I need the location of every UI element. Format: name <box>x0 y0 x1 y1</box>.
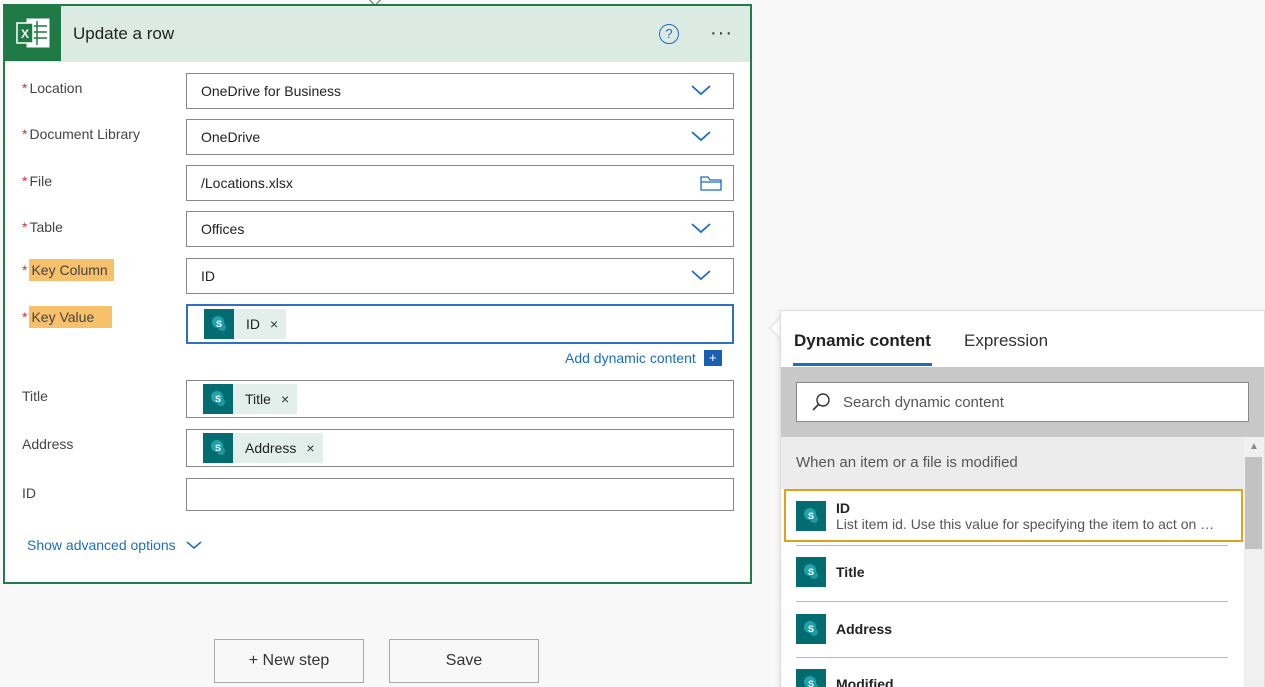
chevron-down-icon <box>691 85 711 96</box>
item-name: Modified <box>836 676 894 687</box>
token-title[interactable]: S Title × <box>203 384 298 414</box>
file-value: /Locations.xlsx <box>201 175 293 191</box>
remove-token-icon[interactable]: × <box>281 391 289 407</box>
file-input[interactable]: /Locations.xlsx <box>186 165 734 201</box>
sharepoint-icon: S <box>203 384 233 414</box>
folder-icon[interactable] <box>700 175 722 191</box>
item-name: Title <box>836 564 865 580</box>
search-area: Search dynamic content <box>781 367 1264 437</box>
id-input[interactable] <box>186 478 734 511</box>
remove-token-icon[interactable]: × <box>306 440 314 456</box>
location-value: OneDrive for Business <box>201 83 342 99</box>
scroll-up-icon[interactable]: ▲ <box>1249 441 1259 452</box>
tab-dynamic-content[interactable]: Dynamic content <box>794 331 931 351</box>
svg-text:S: S <box>215 394 221 404</box>
token-address[interactable]: S Address × <box>203 433 323 463</box>
list-item-modified[interactable]: S Modified <box>796 669 1228 687</box>
item-name: ID <box>836 499 850 516</box>
search-placeholder: Search dynamic content <box>843 393 1004 411</box>
dynamic-content-panel: Dynamic content Expression Search dynami… <box>780 310 1265 687</box>
svg-text:S: S <box>808 567 814 577</box>
chevron-down-icon <box>691 131 711 142</box>
item-name: Address <box>836 621 893 637</box>
chevron-down-icon <box>691 223 711 234</box>
remove-token-icon[interactable]: × <box>270 316 278 332</box>
update-row-card: X Update a row ? ··· * Location OneDrive … <box>3 4 752 584</box>
table-dropdown[interactable]: Offices <box>186 211 734 247</box>
sharepoint-icon: S <box>204 309 234 339</box>
help-icon[interactable]: ? <box>659 24 679 44</box>
location-dropdown[interactable]: OneDrive for Business <box>186 73 734 109</box>
card-header[interactable]: X Update a row ? ··· <box>5 5 750 62</box>
save-button[interactable]: Save <box>389 639 539 683</box>
svg-text:S: S <box>808 679 814 687</box>
more-options-icon[interactable]: ··· <box>710 22 733 45</box>
active-tab-indicator <box>793 363 932 366</box>
card-title: Update a row <box>73 24 175 43</box>
sharepoint-icon: S <box>796 557 826 587</box>
list-item-address[interactable]: S Address <box>796 614 1228 644</box>
tab-expression[interactable]: Expression <box>964 331 1048 351</box>
svg-text:S: S <box>216 319 222 329</box>
document-library-value: OneDrive <box>201 129 261 145</box>
token-id[interactable]: S ID × <box>204 309 287 339</box>
svg-text:X: X <box>21 27 29 41</box>
sharepoint-icon: S <box>796 669 826 687</box>
item-description: List item id. Use this value for specify… <box>836 515 1216 532</box>
table-label: * Table <box>22 219 63 235</box>
sharepoint-icon: S <box>796 500 826 531</box>
sharepoint-icon: S <box>203 433 233 463</box>
svg-text:S: S <box>215 443 221 453</box>
show-advanced-options-link[interactable]: Show advanced options <box>27 537 202 553</box>
table-value: Offices <box>201 221 245 237</box>
add-dynamic-content-link[interactable]: Add dynamic content + <box>565 350 722 366</box>
key-column-dropdown[interactable]: ID <box>186 258 734 294</box>
list-item-id[interactable]: S ID List item id. Use this value for sp… <box>784 489 1243 542</box>
svg-text:S: S <box>808 624 814 634</box>
scroll-thumb[interactable] <box>1245 457 1262 549</box>
scrollbar[interactable]: ▲ <box>1244 437 1264 687</box>
key-column-label: * Key Column <box>22 259 114 281</box>
title-label: Title <box>22 388 48 404</box>
dynamic-content-list: When an item or a file is modified S ID … <box>781 437 1244 687</box>
key-value-input[interactable]: S ID × <box>186 304 734 344</box>
search-input[interactable]: Search dynamic content <box>796 382 1249 422</box>
group-heading: When an item or a file is modified <box>781 437 1244 489</box>
id-label: ID <box>22 485 36 501</box>
divider <box>796 657 1228 658</box>
list-item-title[interactable]: S Title <box>796 557 1228 587</box>
title-input[interactable]: S Title × <box>186 380 734 418</box>
plus-icon: + <box>703 350 722 366</box>
key-value-label: * Key Value <box>22 306 113 328</box>
panel-tabs: Dynamic content Expression <box>781 311 1264 367</box>
svg-text:S: S <box>808 511 814 521</box>
excel-icon: X <box>5 5 61 61</box>
search-icon <box>812 393 830 411</box>
address-label: Address <box>22 436 74 452</box>
chevron-down-icon <box>691 270 711 281</box>
sharepoint-icon: S <box>796 614 826 644</box>
key-column-value: ID <box>201 268 215 284</box>
document-library-dropdown[interactable]: OneDrive <box>186 119 734 155</box>
new-step-button[interactable]: + New step <box>214 639 364 683</box>
chevron-down-icon <box>186 541 202 549</box>
file-label: * File <box>22 173 53 189</box>
divider <box>796 601 1228 602</box>
document-library-label: * Document Library <box>22 126 140 142</box>
location-label: * Location <box>22 80 83 96</box>
address-input[interactable]: S Address × <box>186 429 734 467</box>
divider <box>796 545 1228 546</box>
